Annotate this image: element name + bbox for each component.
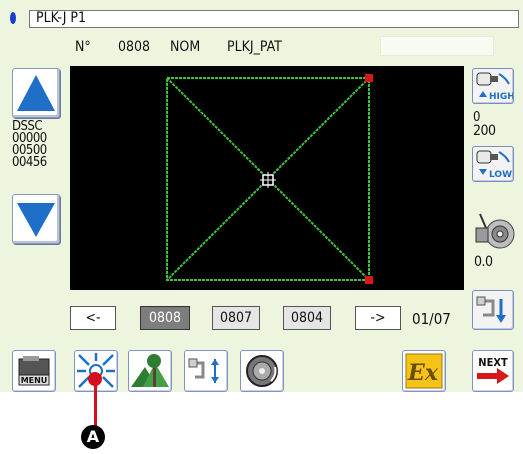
dssc-value-3: 00456 xyxy=(12,155,47,170)
menu-button[interactable]: MENU xyxy=(12,350,56,392)
name-value: PLKJ_PAT xyxy=(227,39,282,55)
scroll-down-button[interactable] xyxy=(12,194,60,244)
page-indicator: 01/07 xyxy=(412,310,451,328)
svg-text:LOW: LOW xyxy=(489,170,512,180)
tension-value-bottom: 200 xyxy=(473,123,496,139)
next-button[interactable]: NEXT xyxy=(472,350,514,392)
landscape-button[interactable] xyxy=(128,350,172,392)
svg-text:Ex: Ex xyxy=(407,360,439,386)
crosshair-icon xyxy=(260,172,276,188)
extension-button[interactable]: Ex xyxy=(402,350,446,392)
bobbin-icon xyxy=(246,355,278,387)
thread-path-icon xyxy=(476,296,506,323)
tension-knob-icon xyxy=(475,213,515,249)
svg-text:NEXT: NEXT xyxy=(478,356,508,369)
thread-path-button[interactable] xyxy=(472,290,514,330)
thread-tension-low-button[interactable]: LOW xyxy=(472,146,514,182)
pattern-0807-button[interactable]: 0807 xyxy=(212,306,260,330)
pattern-preview xyxy=(70,66,464,290)
prev-page-button[interactable]: <- xyxy=(70,306,116,330)
spool-high-icon: HIGH xyxy=(476,72,515,102)
status-indicator-icon xyxy=(10,12,16,24)
arrow-down-icon xyxy=(17,203,55,237)
svg-text:HIGH: HIGH xyxy=(489,92,513,102)
next-page-button[interactable]: -> xyxy=(355,306,401,330)
header-blank-field xyxy=(380,36,494,56)
corner-marker-bottom xyxy=(365,276,373,284)
number-label: N° xyxy=(75,39,91,55)
pattern-0808-button[interactable]: 0808 xyxy=(140,306,190,330)
scroll-up-button[interactable] xyxy=(12,68,60,118)
spool-low-icon: LOW xyxy=(476,150,512,180)
thread-tension-high-button[interactable]: HIGH xyxy=(472,68,515,104)
ex-icon: Ex xyxy=(405,353,443,389)
thread-feed-button[interactable] xyxy=(184,350,228,392)
pattern-title: PLK-J P1 xyxy=(36,10,87,26)
annotation-marker: A xyxy=(81,425,105,449)
arrow-up-icon xyxy=(17,75,55,111)
tree-landscape-icon xyxy=(131,354,169,387)
annotation-pointer xyxy=(88,372,102,386)
machine-panel: PLK-J P1 N° 0808 NOM PLKJ_PAT DSSC 00000… xyxy=(0,0,523,392)
tension-dial-value: 0.0 xyxy=(474,254,493,270)
number-value: 0808 xyxy=(118,39,151,55)
next-arrow-icon: NEXT xyxy=(477,356,509,384)
tension-dial[interactable] xyxy=(472,210,516,254)
thread-feed-icon xyxy=(188,358,219,383)
pattern-drawing xyxy=(166,74,373,284)
pattern-0804-button[interactable]: 0804 xyxy=(283,306,331,330)
corner-marker-top xyxy=(365,74,373,82)
name-label: NOM xyxy=(170,39,201,55)
title-bar xyxy=(29,10,519,28)
bobbin-counter-button[interactable] xyxy=(240,350,284,392)
menu-icon: MENU xyxy=(18,356,50,386)
svg-text:MENU: MENU xyxy=(21,376,48,385)
